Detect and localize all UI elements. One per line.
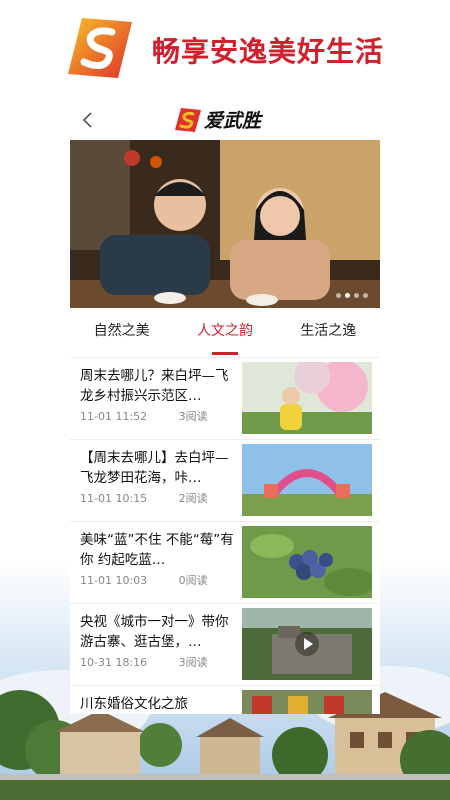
- banner-carousel[interactable]: [70, 140, 380, 308]
- promo-header: 畅享安逸美好生活: [0, 0, 450, 100]
- news-date: 11-01 11:52: [80, 410, 148, 423]
- brand-logo: [68, 18, 132, 78]
- news-meta: 11-01 10:03 0阅读: [80, 572, 208, 588]
- promo-slogan: 畅享安逸美好生活: [152, 35, 385, 68]
- news-thumbnail: [242, 608, 372, 680]
- news-thumbnail: [242, 362, 372, 434]
- news-item[interactable]: 周末去哪儿？来白坪—飞龙乡村振兴示范区… 11-01 11:52 3阅读: [70, 358, 380, 440]
- news-thumbnail: [242, 690, 372, 714]
- news-title: 川东婚俗文化之旅: [80, 696, 188, 712]
- news-item[interactable]: 央视《城市一对一》带你游古寨、逛古堡，… 10-31 18:16 3阅读: [70, 604, 380, 686]
- news-reads: 2阅读: [178, 492, 208, 505]
- news-item[interactable]: 【周末去哪儿】去白坪—飞龙梦田花海，咔… 11-01 10:15 2阅读: [70, 440, 380, 522]
- news-reads: 0阅读: [178, 574, 208, 587]
- carousel-dots: [336, 293, 368, 298]
- news-thumbnail: [242, 444, 372, 516]
- news-reads: 3阅读: [178, 656, 208, 669]
- app-bar: 爱武胜: [70, 100, 380, 140]
- play-icon[interactable]: [295, 632, 319, 656]
- news-title: 周末去哪儿？来白坪—飞龙乡村振兴示范区…: [80, 368, 229, 404]
- carousel-dot-active[interactable]: [345, 293, 350, 298]
- carousel-dot[interactable]: [363, 293, 368, 298]
- carousel-dot[interactable]: [354, 293, 359, 298]
- banner-image: [70, 140, 380, 308]
- carousel-dot[interactable]: [336, 293, 341, 298]
- news-meta: 11-01 11:52 3阅读: [80, 408, 208, 424]
- news-date: 10-31 18:16: [80, 656, 148, 669]
- back-arrow-icon[interactable]: [76, 108, 100, 132]
- news-title: 【周末去哪儿】去白坪—飞龙梦田花海，咔…: [80, 450, 229, 486]
- news-title: 美味“蓝”不住 不能“莓”有你 约起吃蓝…: [80, 532, 234, 568]
- news-thumbnail: [242, 526, 372, 598]
- news-meta: 10-31 18:16 3阅读: [80, 654, 208, 670]
- tab-culture[interactable]: 人文之韵: [173, 308, 276, 357]
- news-title: 央视《城市一对一》带你游古寨、逛古堡，…: [80, 614, 229, 650]
- news-date: 11-01 10:03: [80, 574, 148, 587]
- news-date: 11-01 10:15: [80, 492, 148, 505]
- app-logo-icon: [175, 108, 201, 132]
- news-meta: 11-01 10:15 2阅读: [80, 490, 208, 506]
- tab-leisure[interactable]: 生活之逸: [277, 308, 380, 357]
- tab-nature[interactable]: 自然之美: [70, 308, 173, 357]
- news-item[interactable]: 川东婚俗文化之旅: [70, 686, 380, 714]
- news-item[interactable]: 美味“蓝”不住 不能“莓”有你 约起吃蓝… 11-01 10:03 0阅读: [70, 522, 380, 604]
- news-reads: 3阅读: [178, 410, 208, 423]
- category-tabs: 自然之美 人文之韵 生活之逸: [70, 308, 380, 358]
- phone-screen: 爱武胜 自然之美 人文之韵 生活之逸 周末去哪儿？来白坪—飞龙乡村振兴示范区… …: [70, 100, 380, 714]
- news-list: 周末去哪儿？来白坪—飞龙乡村振兴示范区… 11-01 11:52 3阅读 【周末…: [70, 358, 380, 714]
- app-title: 爱武胜: [204, 110, 262, 132]
